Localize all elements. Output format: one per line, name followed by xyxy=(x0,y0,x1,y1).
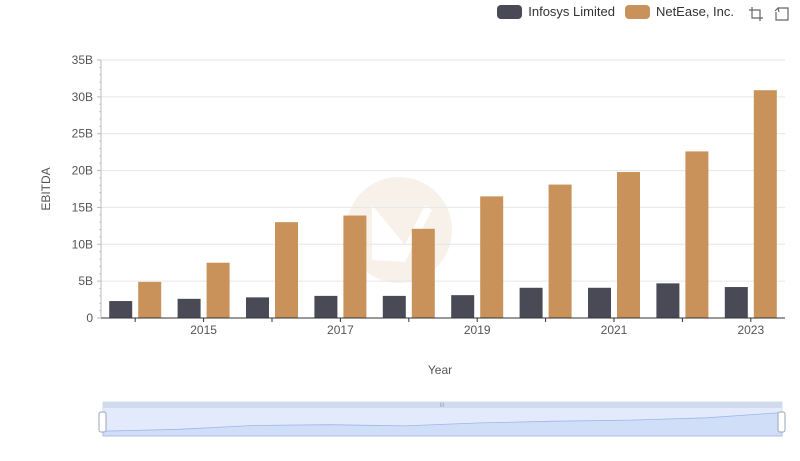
bar-infosys-2018[interactable] xyxy=(382,295,406,318)
legend-item-infosys[interactable]: Infosys Limited xyxy=(497,4,615,19)
y-tick-label: 15B xyxy=(72,200,93,214)
x-tick-label: 2023 xyxy=(737,323,764,337)
x-tick-label: 2017 xyxy=(327,323,354,337)
y-tick-label: 5B xyxy=(78,274,93,288)
y-tick-label: 35B xyxy=(72,53,93,67)
bar-netease-2014[interactable] xyxy=(138,281,162,318)
data-zoom-move-handle[interactable]: III xyxy=(439,403,444,409)
zoom-icon[interactable] xyxy=(748,6,764,22)
bar-netease-2021[interactable] xyxy=(617,172,640,318)
bar-netease-2020[interactable] xyxy=(548,184,572,318)
y-axis-title: EBITDA xyxy=(39,167,53,210)
legend-swatch-netease xyxy=(624,4,650,19)
bar-infosys-2019[interactable] xyxy=(451,295,475,318)
bar-infosys-2017[interactable] xyxy=(314,295,338,318)
legend-label-infosys: Infosys Limited xyxy=(528,4,615,19)
chart-toolbox xyxy=(748,6,790,22)
bar-netease-2018[interactable] xyxy=(411,228,435,318)
y-tick-label: 20B xyxy=(72,164,93,178)
y-tick-label: 30B xyxy=(72,90,93,104)
legend-swatch-infosys xyxy=(497,4,523,19)
bar-netease-2017[interactable] xyxy=(343,215,367,318)
y-tick-label: 10B xyxy=(72,237,93,251)
restore-icon[interactable] xyxy=(774,6,790,22)
x-tick-label: 2021 xyxy=(601,323,628,337)
x-axis-title: Year xyxy=(428,363,452,377)
x-tick-label: 2019 xyxy=(464,323,491,337)
bar-netease-2016[interactable] xyxy=(275,222,298,318)
legend-label-netease: NetEase, Inc. xyxy=(655,4,734,19)
legend-item-netease[interactable]: NetEase, Inc. xyxy=(624,4,734,19)
bar-infosys-2020[interactable] xyxy=(519,287,543,318)
bar-infosys-2014[interactable] xyxy=(109,301,133,318)
y-axis-ticks: 0 5B 10B 15B 20B 25B 30B 35B xyxy=(72,53,101,325)
bar-infosys-2016[interactable] xyxy=(246,297,269,318)
data-zoom-left-handle[interactable] xyxy=(98,411,107,433)
x-axis-ticks: 2015 2017 2019 2021 2023 xyxy=(134,318,764,337)
bar-infosys-2015[interactable] xyxy=(177,298,201,318)
bar-netease-2019[interactable] xyxy=(480,196,504,318)
bar-netease-2023[interactable] xyxy=(753,90,777,318)
chart-canvas: 05B10B15B20B25B30B35B 2015 2017 2019 2021 20… xyxy=(39,53,786,437)
x-tick-label: 2015 xyxy=(190,323,217,337)
y-tick-label: 25B xyxy=(72,127,93,141)
y-tick-label: 0 xyxy=(86,311,93,325)
data-zoom-slider[interactable]: III xyxy=(98,401,786,437)
bar-infosys-2022[interactable] xyxy=(656,283,680,318)
chart-legend: Infosys Limited NetEase, Inc. xyxy=(497,4,734,19)
bar-netease-2015[interactable] xyxy=(206,262,230,318)
bar-infosys-2021[interactable] xyxy=(588,287,611,318)
bar-netease-2022[interactable] xyxy=(685,151,709,318)
bar-infosys-2023[interactable] xyxy=(724,287,748,318)
data-zoom-right-handle[interactable] xyxy=(777,411,786,433)
